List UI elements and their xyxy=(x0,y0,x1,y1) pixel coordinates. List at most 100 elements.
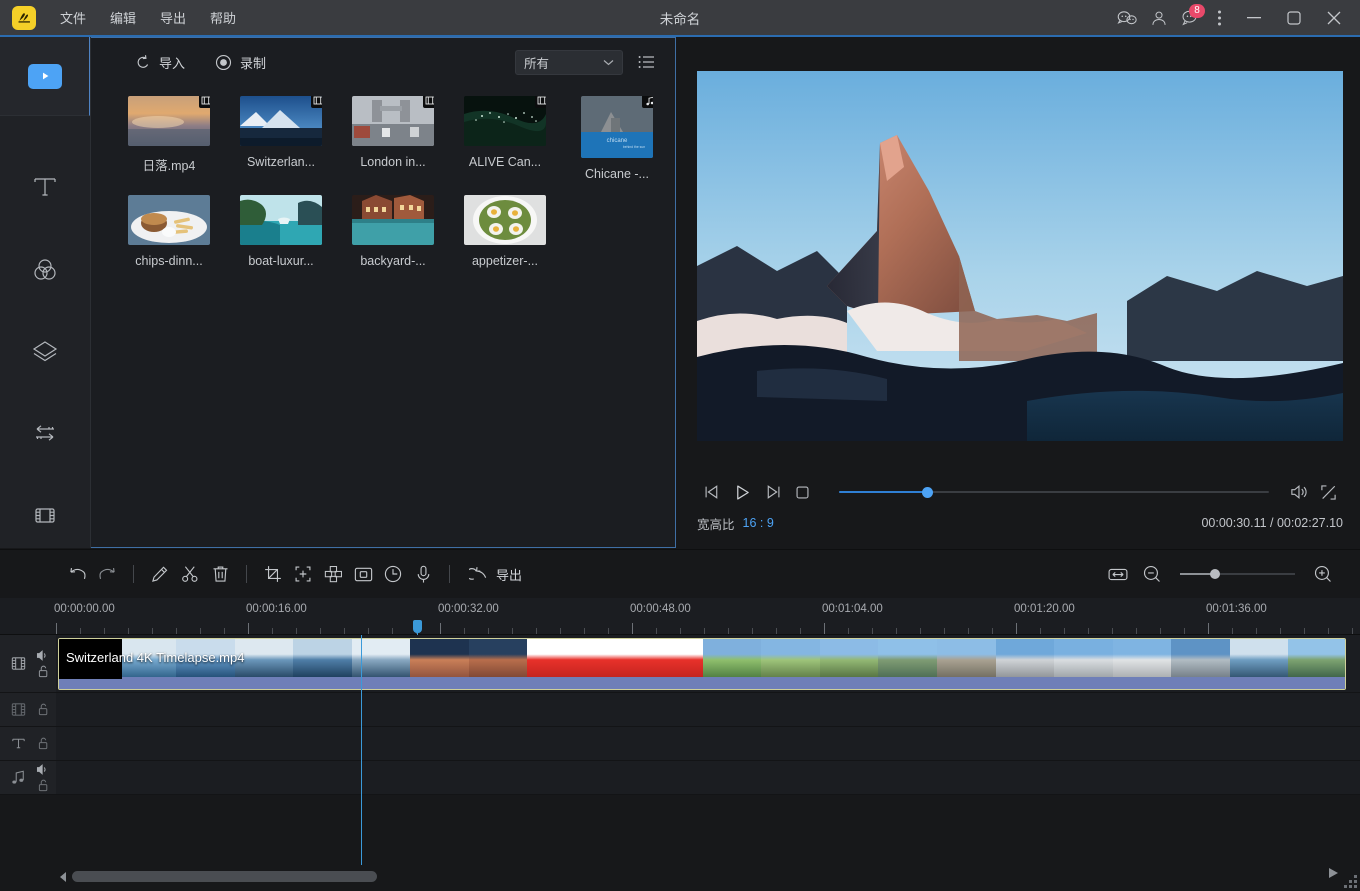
sidebar-item-media[interactable] xyxy=(0,37,90,116)
scroll-left-arrow[interactable] xyxy=(60,872,66,882)
timeline-clip[interactable]: Switzerland 4K Timelapse.mp4 xyxy=(58,638,1346,690)
media-item-label: backyard-... xyxy=(341,254,445,268)
ruler-tick xyxy=(848,628,849,634)
resize-button[interactable] xyxy=(288,559,318,589)
menu-file[interactable]: 文件 xyxy=(50,3,96,32)
export-button[interactable]: 导出 xyxy=(461,560,530,589)
media-item-label: ALIVE Can... xyxy=(453,155,557,169)
clip-audio-waveform xyxy=(59,677,1345,689)
track-audio-toggle[interactable] xyxy=(36,649,49,662)
next-frame-button[interactable] xyxy=(757,477,787,507)
record-button[interactable]: 录制 xyxy=(206,48,275,77)
redo-button[interactable] xyxy=(92,559,122,589)
track-header-audio-1[interactable] xyxy=(0,761,56,795)
fullscreen-icon xyxy=(1320,484,1337,501)
filmstrip-icon xyxy=(9,700,28,719)
clip-thumbnail-frame xyxy=(1171,639,1230,679)
more-options-icon[interactable] xyxy=(1204,3,1234,33)
minimize-button[interactable] xyxy=(1234,0,1274,35)
track-lane-video-1[interactable]: Switzerland 4K Timelapse.mp4 xyxy=(56,635,1360,693)
media-item-4[interactable]: chicane behind the sun Chicane -... xyxy=(561,92,673,191)
delete-button[interactable] xyxy=(205,559,235,589)
zoom-out-button[interactable] xyxy=(1137,559,1167,589)
voiceover-button[interactable] xyxy=(408,559,438,589)
media-item-5[interactable]: chips-dinn... xyxy=(113,191,225,278)
unlock-icon[interactable] xyxy=(37,737,49,750)
track-lane-video-2[interactable] xyxy=(56,693,1360,727)
edit-button[interactable] xyxy=(145,559,175,589)
chat-bubbles-icon[interactable] xyxy=(1110,3,1144,33)
media-item-label: London in... xyxy=(341,155,445,169)
unlock-icon[interactable] xyxy=(37,703,49,716)
fit-timeline-button[interactable] xyxy=(1103,559,1133,589)
crop-button[interactable] xyxy=(258,559,288,589)
track-lane-text-1[interactable] xyxy=(56,727,1360,761)
track-header-video-1[interactable] xyxy=(0,635,56,693)
ruler-label: 00:00:16.00 xyxy=(246,603,307,615)
undo-button[interactable] xyxy=(62,559,92,589)
stop-button[interactable] xyxy=(787,477,817,507)
scrollbar-thumb[interactable] xyxy=(72,871,377,882)
ruler-tick xyxy=(200,628,201,634)
zoom-handle[interactable] xyxy=(1210,569,1220,579)
timeline-zoom-slider[interactable] xyxy=(1180,565,1295,583)
sidebar-item-effects[interactable] xyxy=(0,228,90,310)
sidebar-item-transitions[interactable] xyxy=(0,392,90,474)
progress-handle[interactable] xyxy=(922,487,933,498)
media-thumbnail xyxy=(240,96,322,146)
import-button[interactable]: 导入 xyxy=(125,48,194,77)
fullscreen-button[interactable] xyxy=(1313,477,1343,507)
menu-edit[interactable]: 编辑 xyxy=(100,3,146,32)
sidebar-item-stock[interactable] xyxy=(0,474,90,556)
list-view-button[interactable] xyxy=(633,49,659,75)
play-button[interactable] xyxy=(727,477,757,507)
playhead-handle[interactable] xyxy=(413,620,422,633)
speed-button[interactable] xyxy=(378,559,408,589)
media-item-0[interactable]: 日落.mp4 xyxy=(113,92,225,191)
unlock-icon[interactable] xyxy=(37,665,49,678)
timeline-ruler[interactable]: 00:00:00.0000:00:16.0000:00:32.0000:00:4… xyxy=(0,598,1360,635)
pencil-icon xyxy=(151,565,169,583)
zoom-in-button[interactable] xyxy=(1308,559,1338,589)
media-item-1[interactable]: Switzerlan... xyxy=(225,92,337,191)
resize-grip[interactable] xyxy=(1341,872,1357,888)
media-filter-select[interactable]: 所有 xyxy=(515,50,623,75)
color-circles-icon xyxy=(30,254,60,284)
playback-progress-slider[interactable] xyxy=(839,482,1269,502)
menu-export[interactable]: 导出 xyxy=(150,3,196,32)
ruler-tick xyxy=(56,623,57,634)
mosaic-button[interactable] xyxy=(318,559,348,589)
media-item-6[interactable]: boat-luxur... xyxy=(225,191,337,278)
media-item-8[interactable]: appetizer-... xyxy=(449,191,561,278)
user-account-icon[interactable] xyxy=(1144,3,1174,33)
track-header-video-2[interactable] xyxy=(0,693,56,727)
close-button[interactable] xyxy=(1314,0,1354,35)
sidebar-item-text[interactable] xyxy=(0,146,90,228)
sidebar-item-overlays[interactable] xyxy=(0,310,90,392)
notification-icon[interactable]: 8 xyxy=(1174,3,1204,33)
clock-icon xyxy=(384,565,402,583)
split-button[interactable] xyxy=(175,559,205,589)
clip-thumbnail-frame xyxy=(761,639,820,679)
track-audio-toggle[interactable] xyxy=(36,763,49,776)
media-item-2[interactable]: London in... xyxy=(337,92,449,191)
media-item-3[interactable]: ALIVE Can... xyxy=(449,92,561,191)
media-item-7[interactable]: backyard-... xyxy=(337,191,449,278)
clip-title: Switzerland 4K Timelapse.mp4 xyxy=(66,650,244,665)
aspect-ratio-value[interactable]: 16 : 9 xyxy=(743,516,774,530)
unlock-icon[interactable] xyxy=(37,779,49,792)
media-thumbnail xyxy=(464,195,546,245)
volume-button[interactable] xyxy=(1283,477,1313,507)
track-header-text-1[interactable] xyxy=(0,727,56,761)
timeline-scrollbar[interactable] xyxy=(0,863,1360,891)
track-lane-audio-1[interactable] xyxy=(56,761,1360,795)
maximize-button[interactable] xyxy=(1274,0,1314,35)
ruler-label: 00:00:48.00 xyxy=(630,603,691,615)
pip-button[interactable] xyxy=(348,559,378,589)
playhead-line xyxy=(361,635,362,865)
ruler-tick xyxy=(656,628,657,634)
video-preview[interactable] xyxy=(697,71,1343,441)
previous-frame-button[interactable] xyxy=(697,477,727,507)
ruler-tick xyxy=(1112,628,1113,634)
menu-help[interactable]: 帮助 xyxy=(200,3,246,32)
